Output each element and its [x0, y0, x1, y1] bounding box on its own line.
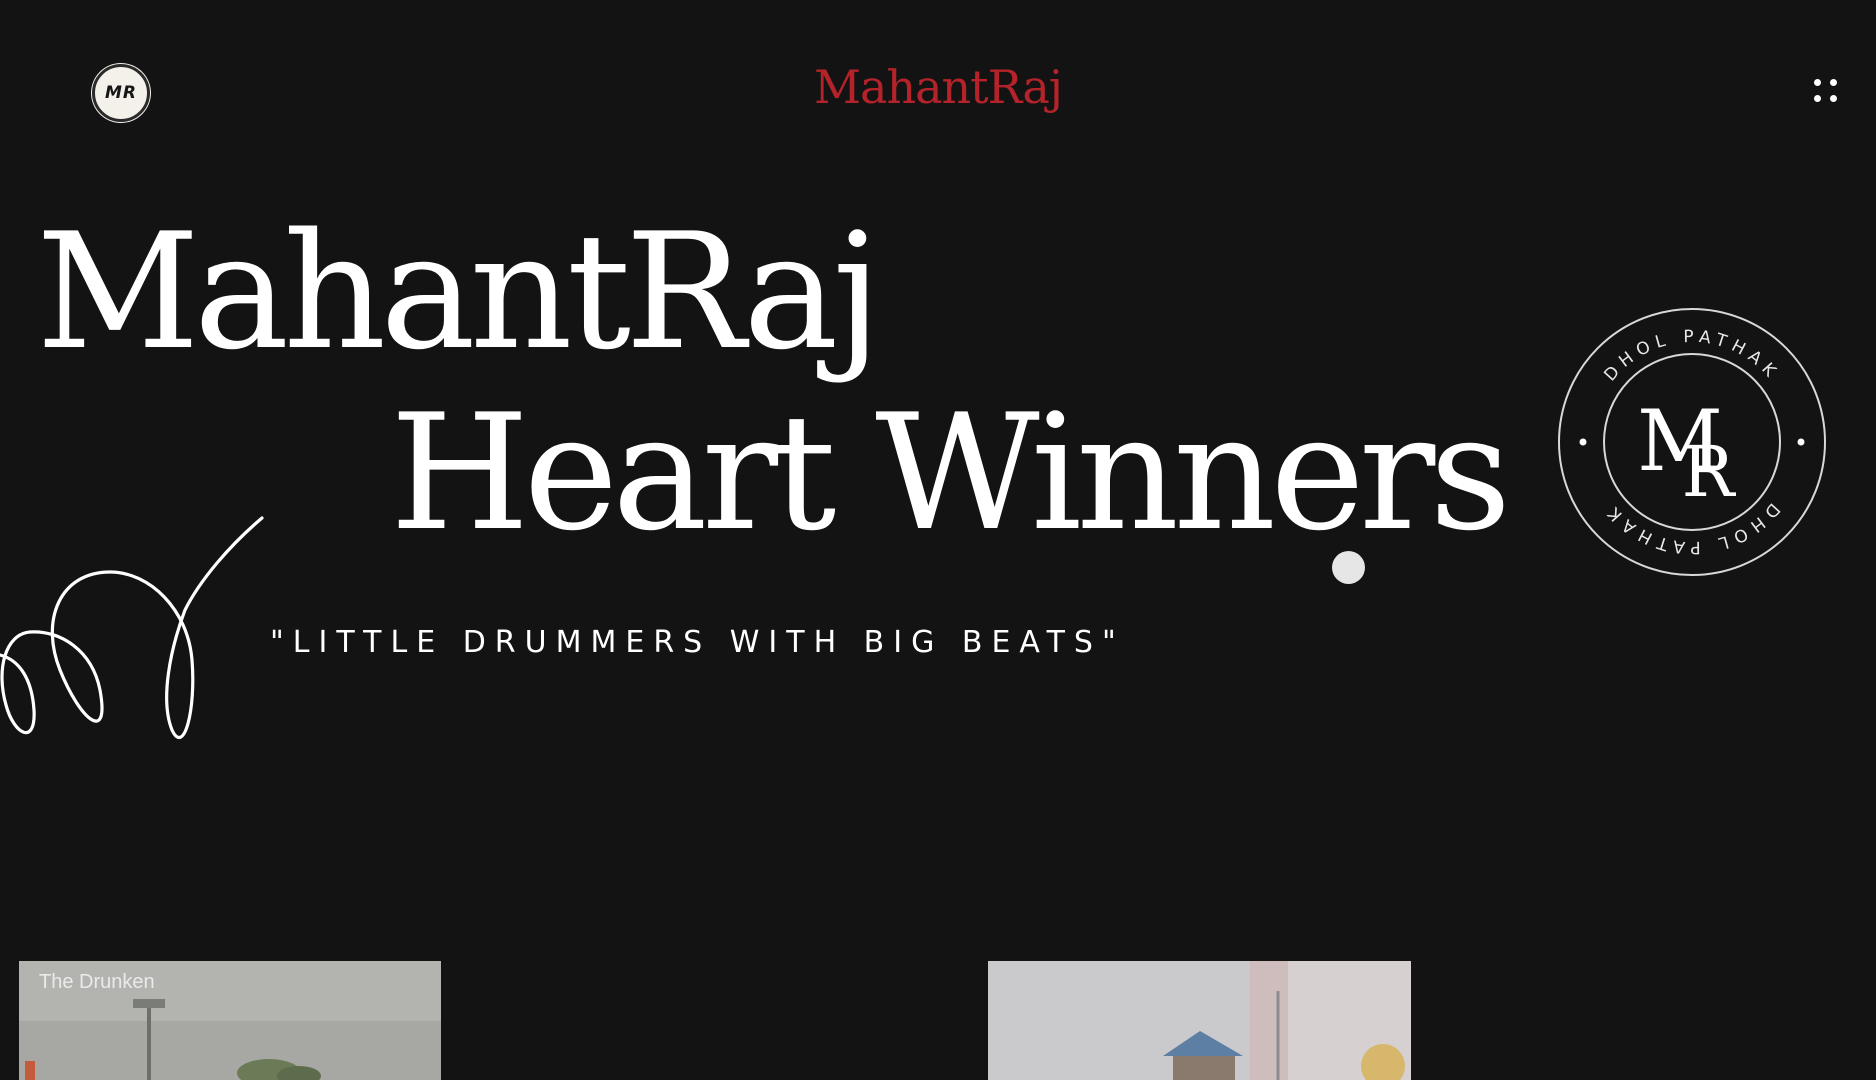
- hero-title-line1: MahantRaj: [36, 198, 882, 385]
- hero-tagline: "LITTLE DRUMMERS WITH BIG BEATS": [270, 625, 1125, 660]
- hero-title-line2: Heart Winners: [390, 379, 1511, 566]
- gallery-photo: [988, 961, 1411, 1080]
- gallery-caption: The Drunken: [39, 971, 155, 993]
- brand-wordmark[interactable]: MahantRaj: [0, 60, 1876, 114]
- gallery-card[interactable]: The Drunken: [19, 961, 441, 1080]
- gallery-card[interactable]: [988, 961, 1411, 1080]
- svg-text:DHOL PATHAK: DHOL PATHAK: [1600, 327, 1783, 385]
- cursor-dot: [1332, 551, 1365, 584]
- dhol-pathak-stamp: DHOL PATHAK DHOL PATHAK M R: [1558, 308, 1826, 576]
- stamp-monogram-r: R: [1682, 431, 1737, 513]
- grid-dots-icon[interactable]: [1814, 79, 1838, 103]
- stamp-ring-text-top: DHOL PATHAK: [1600, 327, 1777, 385]
- scribble-decoration: [0, 516, 264, 739]
